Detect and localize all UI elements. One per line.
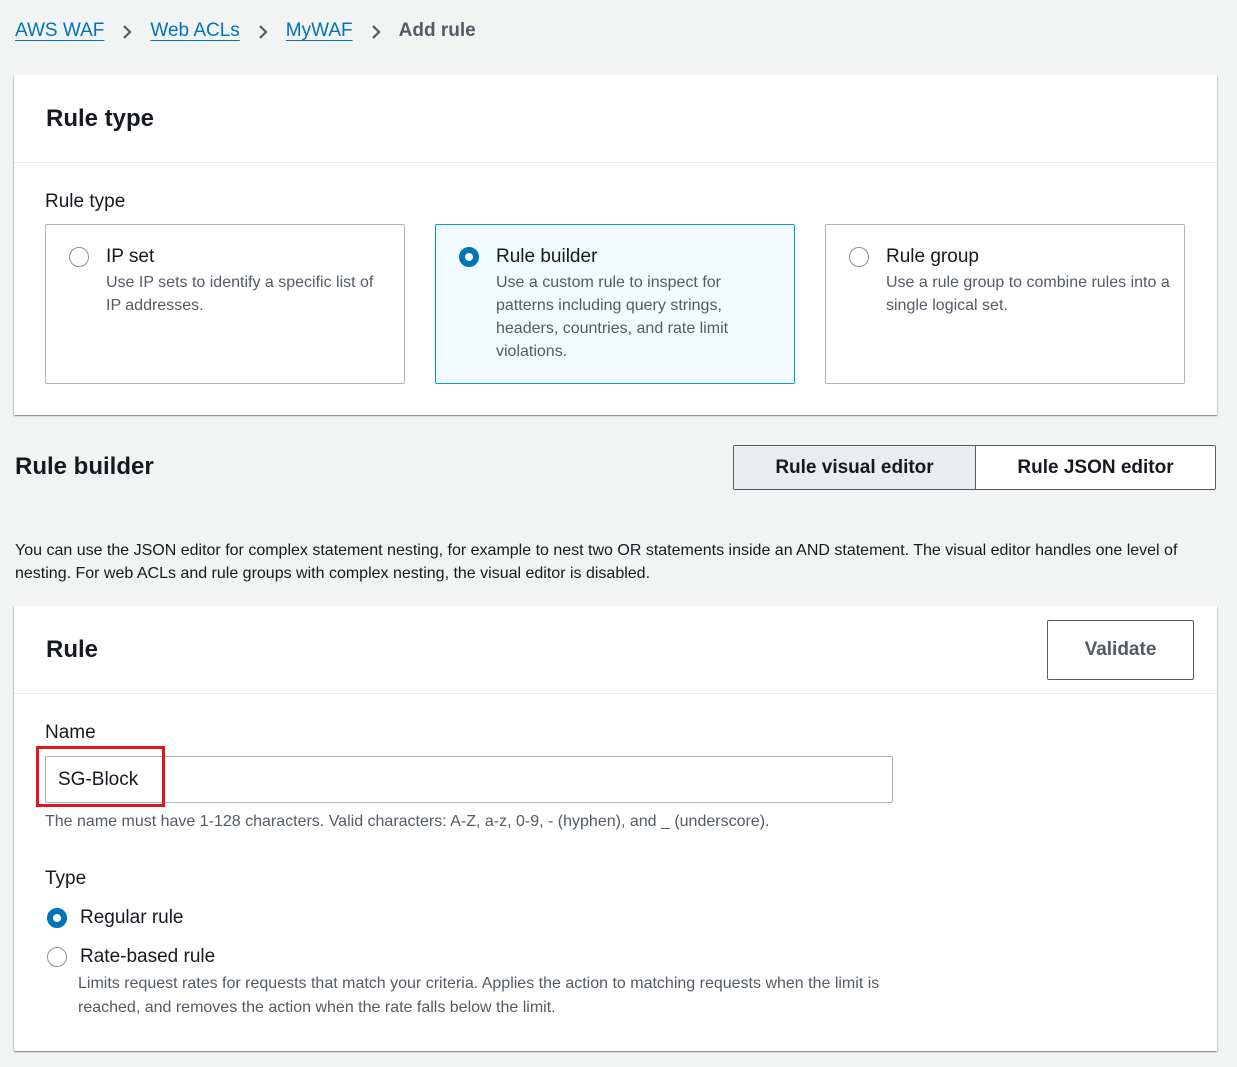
chevron-right-icon (258, 21, 268, 41)
breadcrumb-aws-waf[interactable]: AWS WAF (15, 20, 104, 42)
tile-rule-group-title: Rule group (886, 246, 979, 267)
tile-rule-builder-description: Use a custom rule to inspect for pattern… (496, 274, 729, 360)
name-field-label: Name (45, 722, 96, 743)
name-input[interactable] (45, 756, 893, 803)
radio-rule-builder[interactable] (459, 247, 479, 267)
breadcrumb-web-acls[interactable]: Web ACLs (150, 20, 239, 42)
radio-ip-set[interactable] (69, 247, 89, 267)
breadcrumb: AWS WAF Web ACLs MyWAF Add rule (15, 20, 476, 42)
rate-based-rule-label: Rate-based rule (80, 946, 216, 967)
rule-type-panel-header: Rule type (14, 75, 1217, 163)
radio-rate-based-rule[interactable] (47, 947, 67, 967)
rate-based-description: Limits request rates for requests that m… (78, 975, 880, 1016)
chevron-right-icon (371, 21, 381, 41)
rule-panel-title: Rule (46, 635, 99, 663)
name-constraint-text: The name must have 1-128 characters. Val… (45, 813, 770, 830)
type-option-rate-based[interactable]: Rate-based rule (47, 946, 215, 968)
rule-type-field-label: Rule type (45, 191, 126, 212)
tile-rule-group-description: Use a rule group to combine rules into a… (886, 274, 1170, 314)
tile-rule-group[interactable]: Rule group Use a rule group to combine r… (825, 224, 1185, 384)
breadcrumb-mywaf[interactable]: MyWAF (286, 20, 353, 42)
breadcrumb-current: Add rule (398, 20, 476, 41)
regular-rule-label: Regular rule (80, 907, 184, 928)
type-option-regular[interactable]: Regular rule (47, 907, 184, 929)
tile-ip-set[interactable]: IP set Use IP sets to identify a specifi… (45, 224, 405, 384)
chevron-right-icon (122, 21, 132, 41)
rule-type-panel: Rule type Rule type IP set Use IP sets t… (14, 75, 1217, 415)
tab-rule-visual-editor[interactable]: Rule visual editor (734, 446, 976, 489)
rule-builder-help-text: You can use the JSON editor for complex … (15, 542, 1178, 582)
rule-panel-header: Rule Validate (14, 606, 1217, 694)
tile-ip-set-description: Use IP sets to identify a specific list … (106, 274, 374, 314)
tile-rule-builder-title: Rule builder (496, 246, 598, 267)
type-field-label: Type (45, 868, 87, 889)
tile-rule-builder[interactable]: Rule builder Use a custom rule to inspec… (435, 224, 795, 384)
rule-panel: Rule Validate Name The name must have 1-… (14, 606, 1217, 1051)
radio-regular-rule[interactable] (47, 908, 67, 928)
tab-rule-json-editor[interactable]: Rule JSON editor (976, 446, 1215, 489)
tile-ip-set-title: IP set (106, 246, 155, 267)
editor-toggle: Rule visual editor Rule JSON editor (733, 445, 1216, 490)
validate-button[interactable]: Validate (1047, 619, 1194, 680)
rule-builder-title: Rule builder (15, 453, 154, 480)
radio-rule-group[interactable] (849, 247, 869, 267)
rule-type-panel-title: Rule type (46, 104, 155, 132)
